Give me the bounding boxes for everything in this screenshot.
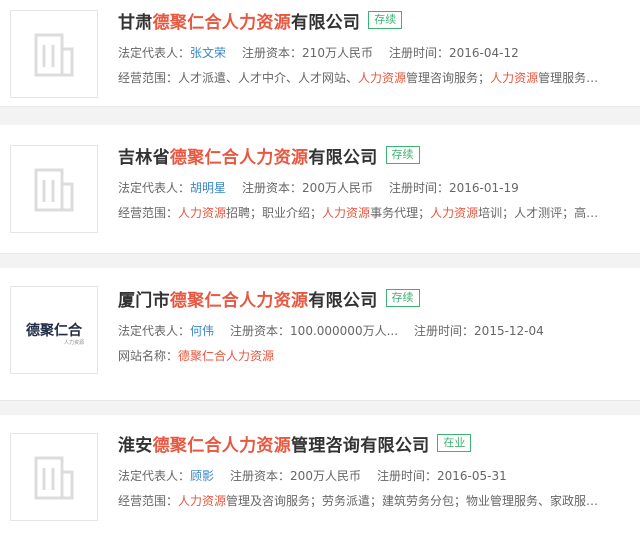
capital-value: 100.000000万人... (290, 324, 399, 338)
date-value: 2016-04-12 (448, 46, 519, 60)
company-logo-text: 德聚仁合 人力资源 (26, 323, 84, 346)
legal-rep-link[interactable]: 胡明星 (190, 181, 226, 195)
company-list: 甘肃德聚仁合人力资源有限公司 存续 法定代表人：张文荣 注册资本：210万人民币… (0, 0, 640, 537)
date-label: 注册时间： (388, 181, 449, 195)
building-icon (34, 168, 74, 212)
company-logo-placeholder (10, 10, 98, 98)
company-card[interactable]: 德聚仁合 人力资源 厦门市德聚仁合人力资源有限公司 存续 法定代表人：何伟 注册资… (0, 268, 640, 401)
capital-value: 200万人民币 (290, 469, 361, 483)
legal-rep-label: 法定代表人： (118, 469, 191, 483)
capital-label: 注册资本： (230, 324, 291, 338)
business-scope: 经营范围：人才派遣、人才中介、人才网站、人力资源管理咨询服务；人力资源管理服务… (118, 71, 599, 85)
company-card[interactable]: 甘肃德聚仁合人力资源有限公司 存续 法定代表人：张文荣 注册资本：210万人民币… (0, 0, 640, 107)
capital-value: 200万人民币 (302, 181, 373, 195)
status-badge: 存续 (385, 289, 420, 307)
legal-rep-link[interactable]: 何伟 (190, 324, 214, 338)
capital-value: 210万人民币 (302, 46, 373, 60)
company-logo-placeholder (10, 433, 98, 521)
company-name[interactable]: 厦门市德聚仁合人力资源有限公司 (118, 286, 378, 311)
capital-label: 注册资本： (242, 46, 303, 60)
date-value: 2016-05-31 (436, 469, 507, 483)
company-logo-placeholder (10, 145, 98, 233)
legal-rep-label: 法定代表人： (118, 324, 191, 338)
company-card[interactable]: 吉林省德聚仁合人力资源有限公司 存续 法定代表人：胡明星 注册资本：200万人民… (0, 125, 640, 254)
date-value: 2016-01-19 (448, 181, 519, 195)
website-row: 网站名称：德聚仁合人力资源 (118, 349, 275, 363)
company-name[interactable]: 淮安德聚仁合人力资源管理咨询有限公司 (118, 431, 429, 456)
website-name[interactable]: 德聚仁合人力资源 (178, 349, 274, 363)
company-card[interactable]: 淮安德聚仁合人力资源管理咨询有限公司 在业 法定代表人：顾影 注册资本：200万… (0, 415, 640, 537)
building-icon (34, 456, 74, 500)
date-label: 注册时间： (376, 469, 437, 483)
capital-label: 注册资本： (230, 469, 291, 483)
business-scope: 经营范围：人力资源招聘；职业介绍；人力资源事务代理；人力资源培训；人才测评；高… (118, 206, 599, 220)
company-name[interactable]: 吉林省德聚仁合人力资源有限公司 (118, 143, 378, 168)
status-badge: 存续 (385, 146, 420, 164)
legal-rep-link[interactable]: 张文荣 (190, 46, 226, 60)
company-logo: 德聚仁合 人力资源 (10, 286, 98, 374)
status-badge: 存续 (368, 11, 403, 29)
status-badge: 在业 (437, 434, 472, 452)
company-name[interactable]: 甘肃德聚仁合人力资源有限公司 (118, 8, 360, 33)
legal-rep-label: 法定代表人： (118, 181, 191, 195)
building-icon (34, 33, 74, 77)
date-label: 注册时间： (414, 324, 475, 338)
date-label: 注册时间： (388, 46, 449, 60)
date-value: 2015-12-04 (474, 324, 544, 338)
capital-label: 注册资本： (242, 181, 303, 195)
legal-rep-link[interactable]: 顾影 (190, 469, 214, 483)
business-scope: 经营范围：人力资源管理及咨询服务；劳务派遣；建筑劳务分包；物业管理服务、家政服… (118, 494, 599, 508)
legal-rep-label: 法定代表人： (118, 46, 191, 60)
